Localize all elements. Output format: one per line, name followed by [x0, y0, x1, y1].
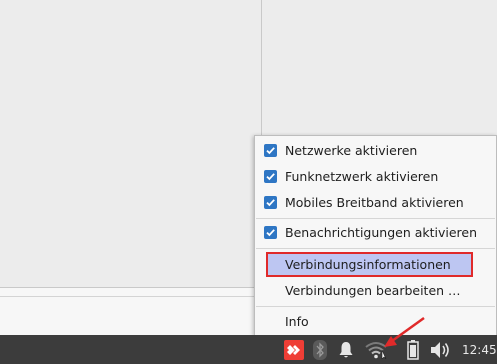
- menu-item-info[interactable]: Info: [255, 308, 496, 334]
- wifi-icon[interactable]: [364, 335, 388, 364]
- menu-item-benachrichtigungen-aktivieren[interactable]: Benachrichtigungen aktivieren: [255, 219, 496, 245]
- checkbox-checked-icon[interactable]: [264, 225, 277, 239]
- menu-item-label: Netzwerke aktivieren: [285, 142, 418, 158]
- menu-item-label: Mobiles Breitband aktivieren: [285, 194, 464, 210]
- checkbox-checked-icon[interactable]: [264, 169, 277, 183]
- lower-pane-line: [0, 296, 262, 297]
- menu-item-funknetzwerk-aktivieren[interactable]: Funknetzwerk aktivieren: [255, 163, 496, 189]
- checkbox-checked-icon[interactable]: [264, 195, 277, 209]
- menu-item-verbindungsinformationen[interactable]: Verbindungsinformationen: [255, 251, 496, 277]
- checkbox-checked-icon[interactable]: [264, 143, 277, 157]
- menu-item-label: Verbindungsinformationen: [285, 256, 451, 272]
- menu-item-label: Funknetzwerk aktivieren: [285, 168, 439, 184]
- menu-item-netzwerke-aktivieren[interactable]: Netzwerke aktivieren: [255, 137, 496, 163]
- bluetooth-icon[interactable]: [310, 335, 330, 364]
- battery-icon[interactable]: [403, 335, 423, 364]
- network-context-menu: Netzwerke aktivieren Funknetzwerk aktivi…: [254, 135, 497, 336]
- notification-bell-icon[interactable]: [336, 335, 356, 364]
- volume-icon[interactable]: [429, 335, 453, 364]
- menu-item-label: Benachrichtigungen aktivieren: [285, 224, 478, 240]
- menu-item-mobiles-breitband-aktivieren[interactable]: Mobiles Breitband aktivieren: [255, 189, 496, 215]
- menu-separator: [256, 306, 495, 307]
- menu-item-label: Verbindungen bearbeiten …: [285, 282, 461, 298]
- menu-separator: [256, 248, 495, 249]
- menu-item-verbindungen-bearbeiten[interactable]: Verbindungen bearbeiten …: [255, 277, 496, 303]
- clock[interactable]: 12:45: [462, 335, 497, 364]
- menu-item-label: Info: [285, 313, 309, 329]
- taskbar: 12:45: [0, 335, 497, 364]
- anydesk-icon[interactable]: [283, 335, 305, 364]
